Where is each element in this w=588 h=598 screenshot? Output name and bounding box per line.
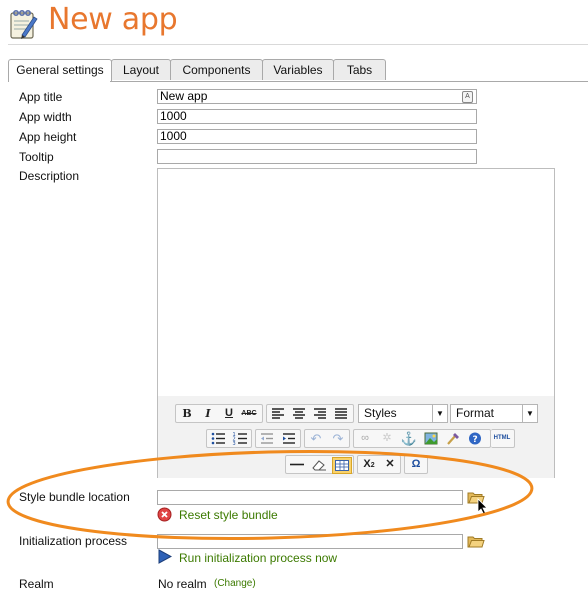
realm-value: No realm	[158, 577, 207, 591]
app-notepad-icon	[10, 9, 38, 39]
run-init-process-link[interactable]: Run initialization process now	[179, 551, 337, 565]
charmap-group: Ω	[404, 455, 428, 474]
chevron-down-icon: ▼	[522, 405, 537, 422]
misc-group	[285, 455, 354, 474]
format-select[interactable]: Format ▼	[450, 404, 538, 423]
unlink-icon[interactable]: ✲	[378, 431, 396, 446]
tab-layout[interactable]: Layout	[111, 59, 171, 80]
bullet-list-icon[interactable]	[209, 431, 227, 446]
html-icon[interactable]: HTML	[493, 431, 511, 446]
outdent-icon[interactable]	[258, 431, 276, 446]
indent-icon[interactable]	[280, 431, 298, 446]
script-group: X2 ✕	[357, 455, 401, 474]
language-icon[interactable]: A	[462, 91, 473, 103]
alignment-group	[266, 404, 354, 423]
cleanup-icon[interactable]	[444, 431, 462, 446]
align-left-icon[interactable]	[269, 406, 287, 421]
realm-change-link[interactable]: (Change)	[214, 578, 256, 589]
subscript-icon[interactable]: X2	[360, 457, 378, 472]
reset-style-bundle-link[interactable]: Reset style bundle	[179, 508, 278, 522]
app-width-input[interactable]: 1000	[157, 109, 477, 124]
help-icon[interactable]: ?	[466, 431, 484, 446]
tab-general-settings[interactable]: General settings	[8, 59, 112, 82]
anchor-icon[interactable]: ⚓	[400, 431, 418, 446]
tab-variables[interactable]: Variables	[262, 59, 334, 80]
history-group: ↶ ↷	[304, 429, 350, 448]
styles-select[interactable]: Styles ▼	[358, 404, 448, 423]
html-group: HTML	[491, 429, 515, 448]
tooltip-input[interactable]	[157, 149, 477, 164]
bold-icon[interactable]: B	[178, 406, 196, 421]
active-tab-gap	[9, 80, 110, 82]
tab-components[interactable]: Components	[170, 59, 263, 80]
tab-tabs[interactable]: Tabs	[333, 59, 386, 80]
description-text-area[interactable]	[158, 169, 554, 394]
indent-group	[255, 429, 301, 448]
play-icon[interactable]	[157, 549, 172, 564]
undo-icon[interactable]: ↶	[307, 431, 325, 446]
remove-format-icon[interactable]: ✕	[381, 457, 399, 472]
svg-text:3: 3	[233, 441, 236, 446]
app-title-label: App title	[19, 90, 63, 104]
page-title: New app	[48, 2, 178, 37]
underline-icon[interactable]: U	[220, 406, 238, 421]
style-bundle-input[interactable]	[157, 490, 463, 505]
app-title-value: New app	[160, 89, 208, 103]
init-process-label: Initialization process	[19, 534, 128, 548]
svg-text:?: ?	[473, 435, 478, 445]
chevron-down-icon: ▼	[432, 405, 447, 422]
realm-label: Realm	[19, 577, 54, 591]
redo-icon[interactable]: ↷	[329, 431, 347, 446]
italic-icon[interactable]: I	[199, 406, 217, 421]
horizontal-rule-icon[interactable]	[288, 457, 306, 472]
app-title-input[interactable]: New app A	[157, 89, 477, 104]
styles-select-value: Styles	[364, 406, 397, 420]
style-bundle-label: Style bundle location	[19, 490, 130, 504]
folder-icon[interactable]	[467, 534, 485, 548]
app-width-value: 1000	[160, 109, 187, 123]
app-width-label: App width	[19, 110, 72, 124]
reset-icon[interactable]	[157, 507, 172, 522]
text-style-group: B I U ABC	[175, 404, 263, 423]
align-justify-icon[interactable]	[332, 406, 350, 421]
app-height-input[interactable]: 1000	[157, 129, 477, 144]
list-group: 123	[206, 429, 252, 448]
image-icon[interactable]	[422, 431, 440, 446]
eraser-icon[interactable]	[310, 457, 328, 472]
mouse-cursor-icon	[477, 498, 488, 515]
insert-group: ∞ ✲ ⚓ ?	[353, 429, 491, 448]
title-divider	[8, 44, 588, 45]
align-center-icon[interactable]	[290, 406, 308, 421]
special-char-icon[interactable]: Ω	[407, 457, 425, 472]
app-height-value: 1000	[160, 129, 187, 143]
table-icon[interactable]	[332, 457, 352, 474]
description-label: Description	[19, 169, 80, 183]
format-select-value: Format	[456, 406, 495, 420]
strikethrough-icon[interactable]: ABC	[240, 406, 258, 421]
tab-bar: General settings Layout Components Varia…	[8, 59, 588, 82]
link-icon[interactable]: ∞	[356, 431, 374, 446]
init-process-input[interactable]	[157, 534, 463, 549]
align-right-icon[interactable]	[311, 406, 329, 421]
app-height-label: App height	[19, 130, 77, 144]
tooltip-label: Tooltip	[19, 150, 54, 164]
numbered-list-icon[interactable]: 123	[231, 431, 249, 446]
